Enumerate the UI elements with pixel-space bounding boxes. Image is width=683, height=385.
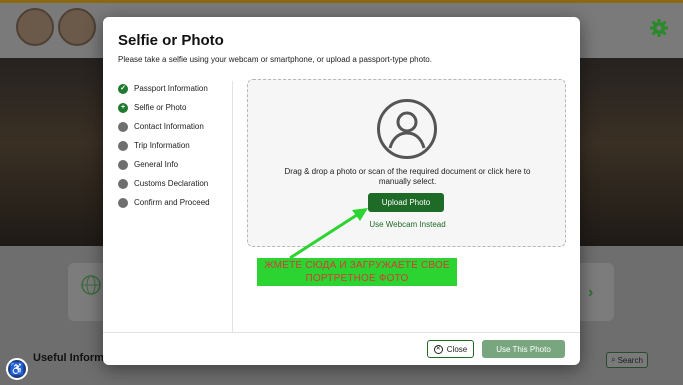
- step-label: Trip Information: [134, 141, 190, 150]
- chevron-right-icon[interactable]: ›: [588, 284, 593, 302]
- step-list: ✓ Passport Information + Selfie or Photo…: [118, 79, 230, 212]
- step-customs-declaration[interactable]: Customs Declaration: [118, 174, 230, 193]
- pending-circle-icon: [118, 197, 128, 208]
- globe-icon: [81, 275, 101, 295]
- plus-circle-icon: +: [118, 102, 128, 113]
- step-selfie-or-photo[interactable]: + Selfie or Photo: [118, 98, 230, 117]
- accessibility-icon[interactable]: ♿: [6, 358, 28, 380]
- agency-logo: [58, 8, 96, 46]
- step-label: Customs Declaration: [134, 179, 209, 188]
- upload-photo-button[interactable]: Upload Photo: [368, 193, 444, 212]
- use-webcam-link[interactable]: Use Webcam Instead: [248, 220, 567, 229]
- step-confirm-and-proceed[interactable]: Confirm and Proceed: [118, 193, 230, 212]
- modal-subtitle: Please take a selfie using your webcam o…: [118, 55, 432, 64]
- close-label: Close: [446, 344, 468, 354]
- useful-info-heading: Useful Informat: [33, 352, 114, 364]
- step-label: Selfie or Photo: [134, 103, 187, 112]
- search-icon: ⌕: [611, 355, 616, 364]
- pending-circle-icon: [118, 121, 128, 132]
- pending-circle-icon: [118, 159, 128, 170]
- pending-circle-icon: [118, 140, 128, 151]
- pending-circle-icon: [118, 178, 128, 189]
- search-label: Search: [617, 355, 643, 365]
- step-contact-information[interactable]: Contact Information: [118, 117, 230, 136]
- photo-dropzone[interactable]: Drag & drop a photo or scan of the requi…: [247, 79, 566, 247]
- step-trip-information[interactable]: Trip Information: [118, 136, 230, 155]
- step-label: Contact Information: [134, 122, 204, 131]
- close-icon: ✕: [433, 344, 443, 354]
- selfie-photo-modal: Selfie or Photo Please take a selfie usi…: [103, 17, 580, 365]
- coat-of-arms-logo: [16, 8, 54, 46]
- dropzone-instruction: Drag & drop a photo or scan of the requi…: [284, 167, 531, 187]
- modal-title: Selfie or Photo: [118, 32, 224, 49]
- step-label: Confirm and Proceed: [134, 198, 210, 207]
- search-button[interactable]: ⌕ Search: [606, 352, 648, 368]
- user-avatar-icon: [377, 99, 437, 159]
- step-label: Passport Information: [134, 84, 208, 93]
- annotation-callout: ЖМЕТЕ СЮДА И ЗАГРУЖАЕТЕ СВОЕ ПОРТРЕТНОЕ …: [257, 258, 457, 286]
- check-circle-icon: ✓: [118, 83, 128, 94]
- step-passport-information[interactable]: ✓ Passport Information: [118, 79, 230, 98]
- footer-divider: [103, 332, 580, 333]
- gear-icon[interactable]: [649, 18, 669, 38]
- close-button[interactable]: ✕ Close: [427, 340, 474, 358]
- use-this-photo-button[interactable]: Use This Photo: [482, 340, 565, 358]
- vertical-divider: [232, 81, 233, 332]
- step-label: General Info: [134, 160, 179, 169]
- step-general-info[interactable]: General Info: [118, 155, 230, 174]
